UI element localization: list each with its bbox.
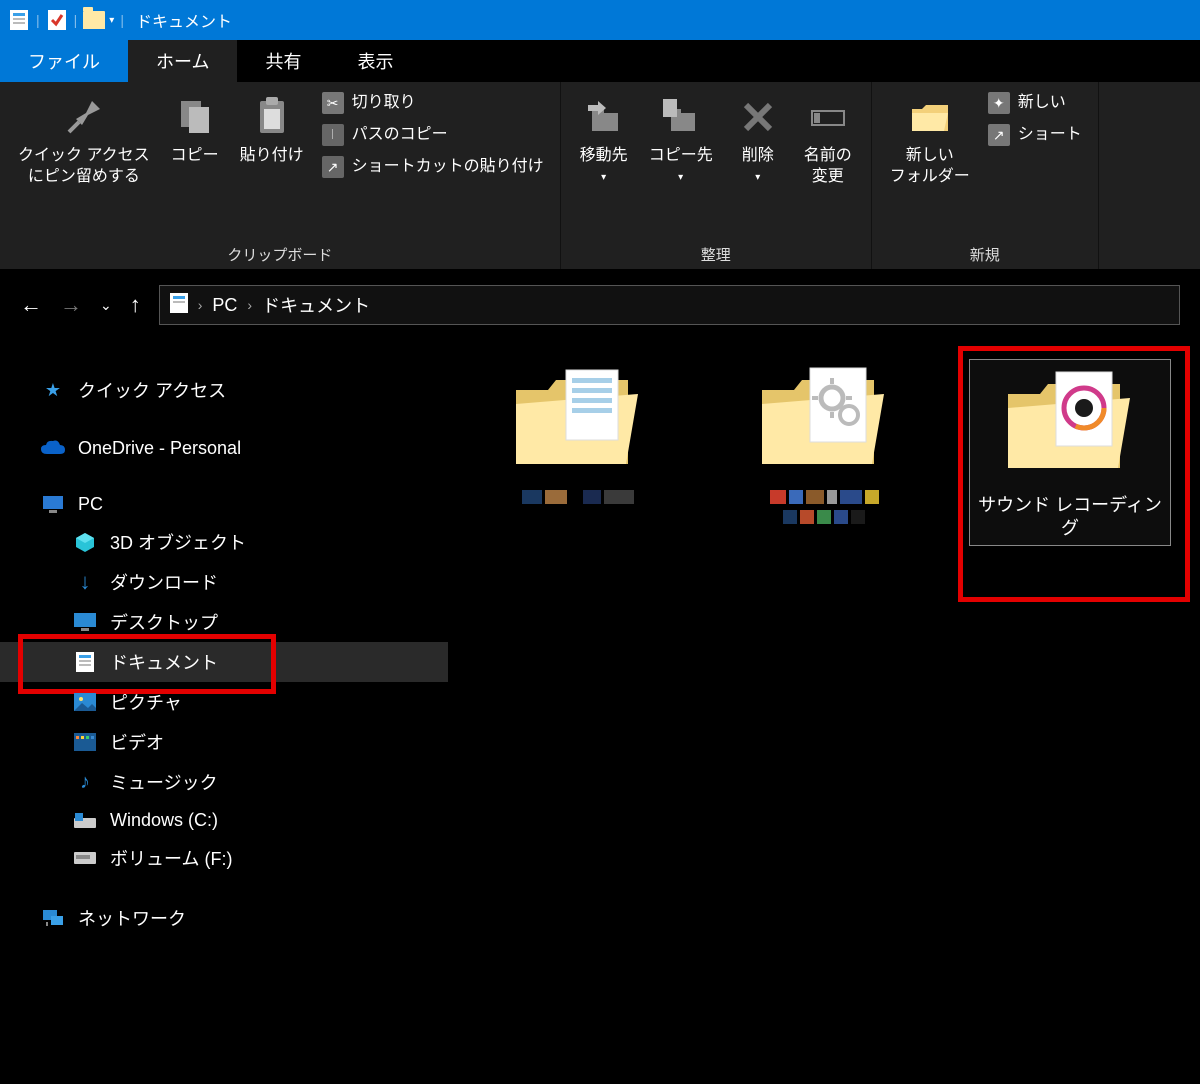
new-group-label: 新規 — [882, 240, 1088, 265]
star-icon: ★ — [40, 379, 66, 401]
checklist-icon[interactable] — [46, 9, 68, 31]
navigation-bar: ← → ⌄ ↑ › PC › ドキュメント — [0, 270, 1200, 340]
delete-icon — [733, 92, 783, 142]
sidebar-music[interactable]: ♪ ミュージック — [0, 762, 448, 802]
chevron-down-icon: ▾ — [755, 171, 760, 184]
sidebar-volume-f[interactable]: ボリューム (F:) — [0, 838, 448, 878]
document-icon — [72, 651, 98, 673]
ribbon: クイック アクセス にピン留めする コピー 貼り付け ✂ 切り取り — [0, 82, 1200, 270]
pin-icon — [59, 92, 109, 142]
ribbon-group-organize: 移動先 ▾ コピー先 ▾ 削除 ▾ 名前の 変 — [561, 82, 872, 269]
scissors-icon: ✂ — [322, 92, 344, 114]
sidebar-onedrive[interactable]: OneDrive - Personal — [0, 430, 448, 466]
file-list[interactable]: サウンド レコーディング — [448, 340, 1200, 1084]
sidebar-desktop[interactable]: デスクトップ — [0, 602, 448, 642]
document-icon — [170, 293, 188, 318]
copy-icon — [170, 92, 220, 142]
sidebar-videos[interactable]: ビデオ — [0, 722, 448, 762]
paste-shortcut-button[interactable]: ↗ ショートカットの貼り付け — [316, 152, 550, 182]
breadcrumb-pc[interactable]: PC — [212, 295, 237, 316]
ribbon-group-clipboard: クイック アクセス にピン留めする コピー 貼り付け ✂ 切り取り — [0, 82, 561, 269]
rename-button[interactable]: 名前の 変更 — [795, 88, 861, 192]
copy-to-button[interactable]: コピー先 ▾ — [641, 88, 721, 188]
recent-locations-button[interactable]: ⌄ — [100, 297, 112, 314]
new-shortcut-button[interactable]: ↗ ショート — [982, 120, 1088, 150]
pin-quick-access-button[interactable]: クイック アクセス にピン留めする — [10, 88, 158, 192]
clipboard-icon — [247, 92, 297, 142]
document-properties-icon[interactable] — [8, 9, 30, 31]
tab-share[interactable]: 共有 — [237, 40, 329, 82]
cut-button[interactable]: ✂ 切り取り — [316, 88, 550, 118]
network-icon — [40, 907, 66, 929]
delete-button[interactable]: 削除 ▾ — [725, 88, 791, 188]
breadcrumb-separator: › — [198, 297, 203, 313]
pictures-icon — [72, 691, 98, 713]
explorer-body: ★ クイック アクセス OneDrive - Personal PC 3D オブ… — [0, 340, 1200, 1084]
shortcut-new-icon: ↗ — [988, 124, 1010, 146]
back-button[interactable]: ← — [20, 292, 42, 318]
paste-button[interactable]: 貼り付け — [232, 88, 312, 171]
copy-to-icon — [656, 92, 706, 142]
sidebar-network[interactable]: ネットワーク — [0, 898, 448, 938]
navigation-pane: ★ クイック アクセス OneDrive - Personal PC 3D オブ… — [0, 340, 448, 1084]
ribbon-tabs: ファイル ホーム 共有 表示 — [0, 40, 1200, 82]
qat-separator: | — [36, 12, 40, 28]
drive-icon — [72, 847, 98, 869]
up-button[interactable]: ↑ — [130, 292, 141, 318]
sidebar-windows-c[interactable]: Windows (C:) — [0, 802, 448, 838]
clipboard-group-label: クリップボード — [10, 240, 550, 265]
move-to-button[interactable]: 移動先 ▾ — [571, 88, 637, 188]
sidebar-documents[interactable]: ドキュメント — [0, 642, 448, 682]
organize-group-label: 整理 — [571, 240, 861, 265]
move-to-icon — [579, 92, 629, 142]
tab-home[interactable]: ホーム — [128, 40, 237, 82]
new-folder-button[interactable]: 新しい フォルダー — [882, 88, 978, 192]
folder-item[interactable] — [478, 360, 678, 504]
chevron-down-icon: ▾ — [678, 171, 683, 184]
folder-label: サウンド レコーディング — [975, 494, 1165, 541]
sidebar-3d-objects[interactable]: 3D オブジェクト — [0, 522, 448, 562]
sidebar-pc[interactable]: PC — [0, 486, 448, 522]
qat-separator: | — [120, 12, 124, 28]
cloud-icon — [40, 437, 66, 459]
pc-icon — [40, 493, 66, 515]
blurred-label — [770, 490, 879, 524]
tab-file[interactable]: ファイル — [0, 40, 128, 82]
video-icon — [72, 731, 98, 753]
copy-button[interactable]: コピー — [162, 88, 228, 171]
cube-icon — [72, 531, 98, 553]
folder-sound-recording[interactable]: サウンド レコーディング — [970, 360, 1170, 545]
desktop-icon — [72, 611, 98, 633]
sidebar-quick-access[interactable]: ★ クイック アクセス — [0, 370, 448, 410]
blurred-label — [522, 490, 634, 504]
new-folder-icon — [905, 92, 955, 142]
window-title: ドキュメント — [136, 8, 232, 32]
qat-separator: | — [74, 12, 78, 28]
new-item-button[interactable]: ✦ 新しい — [982, 88, 1088, 118]
music-icon: ♪ — [72, 771, 98, 793]
folder-icon[interactable] — [83, 9, 105, 31]
forward-button[interactable]: → — [60, 292, 82, 318]
copy-path-button[interactable]: ｜ パスのコピー — [316, 120, 550, 150]
chevron-down-icon[interactable]: ▾ — [109, 15, 114, 26]
chevron-down-icon: ▾ — [601, 171, 606, 184]
shortcut-icon: ↗ — [322, 156, 344, 178]
path-icon: ｜ — [322, 124, 344, 146]
titlebar: | | ▾ | ドキュメント — [0, 0, 1200, 40]
drive-icon — [72, 809, 98, 831]
folder-record-icon — [1000, 364, 1140, 484]
tab-view[interactable]: 表示 — [329, 40, 421, 82]
breadcrumb-documents[interactable]: ドキュメント — [262, 292, 370, 318]
ribbon-group-new: 新しい フォルダー ✦ 新しい ↗ ショート 新規 — [872, 82, 1099, 269]
sidebar-pictures[interactable]: ピクチャ — [0, 682, 448, 722]
sidebar-downloads[interactable]: ↓ ダウンロード — [0, 562, 448, 602]
folder-documents-icon — [508, 360, 648, 480]
folder-item[interactable] — [724, 360, 924, 524]
rename-icon — [803, 92, 853, 142]
address-bar[interactable]: › PC › ドキュメント — [159, 285, 1180, 325]
new-item-icon: ✦ — [988, 92, 1010, 114]
breadcrumb-separator: › — [247, 297, 252, 313]
download-icon: ↓ — [72, 571, 98, 593]
folder-settings-icon — [754, 360, 894, 480]
